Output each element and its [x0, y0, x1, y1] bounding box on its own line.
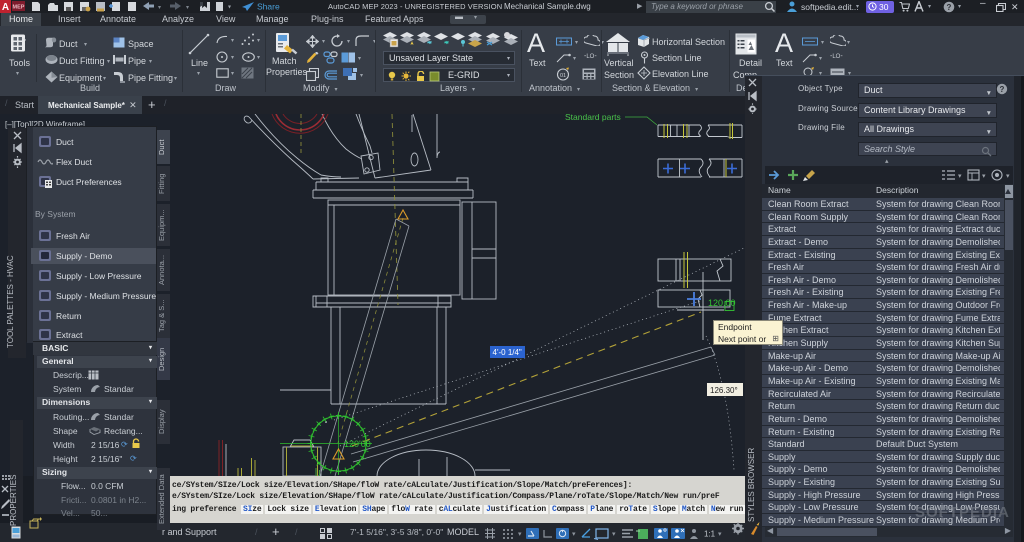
svg-text:MEP: MEP: [13, 5, 25, 11]
svg-text:Standard parts: Standard parts: [565, 114, 621, 122]
svg-text:A: A: [2, 2, 9, 13]
svg-text:Share: Share: [257, 2, 280, 12]
svg-text:▾: ▾: [572, 531, 576, 538]
svg-text:?: ?: [1000, 85, 1005, 94]
svg-text:1:1: 1:1: [704, 530, 716, 539]
svg-text:4'-0 1/4": 4'-0 1/4": [493, 348, 522, 357]
svg-text:120.00: 120.00: [708, 298, 736, 308]
svg-text:01: 01: [560, 73, 566, 79]
svg-text:?: ?: [947, 3, 952, 12]
svg-text:▾: ▾: [228, 5, 231, 11]
svg-text:▾: ▾: [958, 173, 962, 180]
svg-text:▾: ▾: [982, 173, 986, 180]
svg-text:120'00: 120'00: [344, 439, 371, 449]
svg-text:126.30°: 126.30°: [710, 386, 738, 395]
svg-text:▾: ▾: [612, 531, 616, 538]
svg-text:▾: ▾: [1006, 173, 1010, 180]
svg-text:▾: ▾: [718, 531, 722, 538]
svg-text:▾: ▾: [518, 531, 522, 538]
svg-text:▾: ▾: [158, 5, 161, 11]
svg-text:▾: ▾: [186, 5, 189, 11]
